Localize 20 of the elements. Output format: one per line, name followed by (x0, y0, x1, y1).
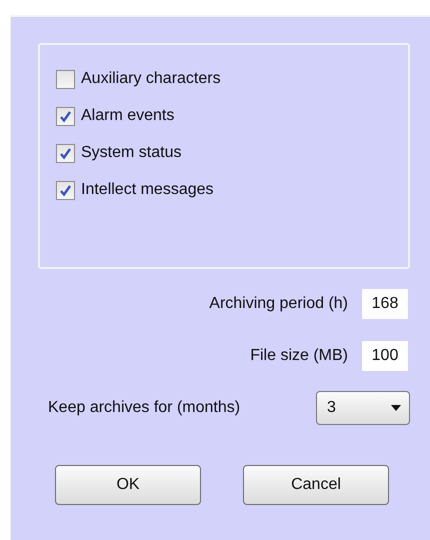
checkbox[interactable] (56, 180, 75, 200)
checkbox[interactable] (56, 106, 75, 126)
checkbox[interactable] (56, 70, 75, 88)
cancel-button[interactable]: Cancel (243, 465, 389, 505)
dropdown[interactable]: 3 (316, 391, 410, 425)
checkbox-label: Alarm events (81, 106, 174, 126)
field-label: Archiving period (h) (209, 294, 348, 314)
input-field[interactable]: 168 (362, 289, 408, 319)
caret-icon (391, 405, 401, 411)
checkbox-label: Intellect messages (81, 180, 214, 200)
checkmark-icon (59, 110, 72, 122)
field-label: Keep archives for (months) (48, 398, 240, 418)
checkbox-label: System status (81, 143, 182, 163)
checkbox[interactable] (56, 144, 75, 162)
ok-button[interactable]: OK (55, 465, 201, 505)
checkbox-label: Auxiliary characters (81, 69, 221, 89)
checkmark-icon (59, 146, 72, 160)
checkmark-icon (59, 184, 72, 196)
input-field[interactable]: 100 (362, 341, 408, 371)
field-label: File size (MB) (250, 346, 348, 366)
